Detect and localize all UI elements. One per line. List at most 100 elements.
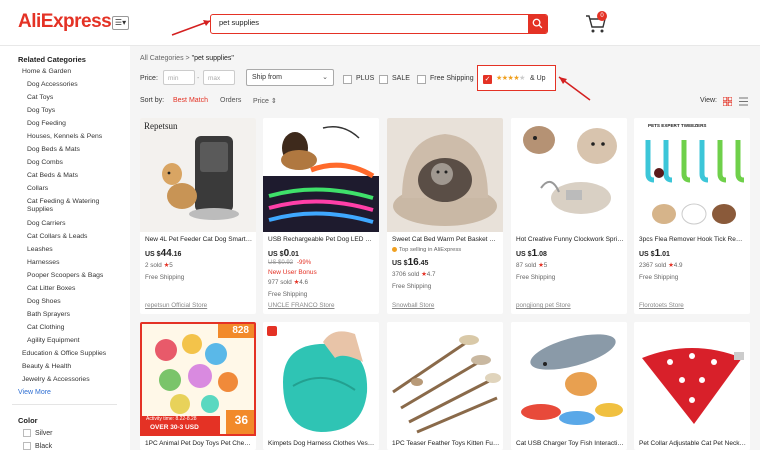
product-title[interactable]: New 4L Pet Feeder Cat Dog Smart Automati…	[145, 236, 253, 243]
product-title[interactable]: Pet Collar Adjustable Cat Pet Neck Scarf…	[639, 440, 747, 447]
list-view-icon[interactable]	[739, 97, 748, 106]
sidebar-item-cat-litter-boxes[interactable]: Cat Litter Boxes	[27, 285, 127, 293]
product-card[interactable]: Kimpets Dog Harness Clothes Vest Pet...	[263, 322, 379, 450]
sidebar-item-dog-beds[interactable]: Dog Beds & Mats	[27, 146, 127, 154]
product-card[interactable]: Pet Collar Adjustable Cat Pet Neck Scarf…	[634, 322, 750, 450]
product-title[interactable]: Kimpets Dog Harness Clothes Vest Pet...	[268, 440, 376, 447]
category-menu-button[interactable]: ☰▾	[112, 16, 129, 30]
product-image[interactable]	[511, 118, 627, 232]
product-card[interactable]: Cat USB Charger Toy Fish Interactive Ele…	[511, 322, 627, 450]
sidebar-item-dog-combs[interactable]: Dog Combs	[27, 159, 127, 167]
product-price: US $0.01	[268, 248, 299, 259]
price-max-input[interactable]: max	[203, 70, 235, 85]
store-link[interactable]: Florotoets Store	[639, 302, 684, 309]
sidebar-item-dog-shoes[interactable]: Dog Shoes	[27, 298, 127, 306]
sidebar-item-dog-toys[interactable]: Dog Toys	[27, 107, 127, 115]
product-title[interactable]: USB Rechargeable Pet Dog LED Glowing Col…	[268, 236, 376, 243]
product-card[interactable]: 828 36 Activity time: 8.22-8.28 OVER 30-…	[140, 322, 256, 450]
color-title: Color	[18, 416, 38, 425]
sidebar-item-cat-beds[interactable]: Cat Beds & Mats	[27, 172, 127, 180]
product-card[interactable]: 1PC Teaser Feather Toys Kitten Funny...	[387, 322, 503, 450]
sort-best-match[interactable]: Best Match	[173, 97, 208, 104]
product-image[interactable]	[387, 322, 503, 436]
sidebar-item-home-garden[interactable]: Home & Garden	[22, 68, 122, 76]
product-card[interactable]: Repetsun New 4L Pet Feeder Cat Dog Smart…	[140, 118, 256, 314]
store-link[interactable]: repetsun Official Store	[145, 302, 207, 309]
sidebar-item-jewelry[interactable]: Jewelry & Accessories	[22, 376, 122, 384]
price-min-input[interactable]: min	[163, 70, 195, 85]
sidebar-item-bath-sprayers[interactable]: Bath Sprayers	[27, 311, 127, 319]
sort-orders[interactable]: Orders	[220, 97, 241, 104]
search-bar[interactable]: pet supplies	[210, 14, 548, 34]
sidebar-item-cat-toys[interactable]: Cat Toys	[27, 94, 127, 102]
sidebar-item-cat-feeding[interactable]: Cat Feeding & Watering Supplies	[27, 198, 127, 214]
sidebar-item-harnesses[interactable]: Harnesses	[27, 259, 127, 267]
product-image[interactable]	[634, 322, 750, 436]
sidebar-item-collars[interactable]: Collars	[27, 185, 127, 193]
product-image[interactable]: 828 36 Activity time: 8.22-8.28 OVER 30-…	[140, 322, 256, 436]
product-title[interactable]: Hot Creative Funny Clockwork Spring Powe…	[516, 236, 624, 243]
sidebar-item-leashes[interactable]: Leashes	[27, 246, 127, 254]
product-title[interactable]: Sweet Cat Bed Warm Pet Basket Cozy Kitte…	[392, 236, 500, 243]
product-image[interactable]	[263, 118, 379, 232]
sold-count: 2367 sold	[639, 262, 667, 269]
sold-count: 977 sold	[268, 279, 292, 286]
product-card[interactable]: PETS EXPERT TWEEZERS 3pcs Flea Remover H…	[634, 118, 750, 314]
price-label: Price:	[140, 75, 158, 82]
chevron-down-icon: ⌄	[322, 74, 328, 81]
award-icon	[392, 247, 397, 252]
checkmark-icon[interactable]: ✓	[483, 75, 492, 84]
activity-time: Activity time: 8.22-8.28	[146, 416, 197, 422]
grid-view-icon[interactable]	[723, 97, 732, 106]
sidebar-item-houses-kennels[interactable]: Houses, Kennels & Pens	[27, 133, 127, 141]
search-button[interactable]	[528, 15, 547, 33]
price-dec: .01	[660, 251, 670, 258]
sidebar-item-pooper-scoopers[interactable]: Pooper Scoopers & Bags	[27, 272, 127, 280]
view-more-link[interactable]: View More	[18, 389, 51, 396]
free-shipping-label[interactable]: Free Shipping	[430, 75, 474, 82]
store-link[interactable]: UNCLE FRANCO Store	[268, 302, 334, 309]
checkbox[interactable]	[23, 429, 31, 437]
sale-label[interactable]: SALE	[392, 75, 410, 82]
checkbox[interactable]	[23, 442, 31, 450]
sale-checkbox[interactable]	[379, 75, 388, 84]
product-image[interactable]	[263, 322, 379, 436]
free-shipping-checkbox[interactable]	[417, 75, 426, 84]
store-link[interactable]: pongjiong pet Store	[516, 302, 571, 309]
four-stars-up-filter[interactable]: ✓ ★★★★★ & Up	[477, 65, 556, 91]
product-image[interactable]: PETS EXPERT TWEEZERS	[634, 118, 750, 232]
sort-price[interactable]: Price ⇕	[253, 97, 277, 105]
product-card[interactable]: Sweet Cat Bed Warm Pet Basket Cozy Kitte…	[387, 118, 503, 314]
sidebar-item-dog-feeding[interactable]: Dog Feeding	[27, 120, 127, 128]
color-option-black[interactable]: Black	[23, 442, 52, 450]
product-image[interactable]	[511, 322, 627, 436]
product-card[interactable]: USB Rechargeable Pet Dog LED Glowing Col…	[263, 118, 379, 314]
breadcrumb-query: "pet supplies"	[191, 55, 234, 62]
product-image[interactable]: Repetsun	[140, 118, 256, 232]
product-price: US $44.16	[145, 248, 181, 259]
sidebar-item-cat-collars[interactable]: Cat Collars & Leads	[27, 233, 127, 241]
plus-label[interactable]: PLUS	[356, 75, 374, 82]
search-input[interactable]: pet supplies	[219, 18, 259, 27]
aliexpress-logo[interactable]: AliExpress	[18, 11, 112, 33]
price-dec: .16	[171, 251, 182, 258]
sidebar-item-agility[interactable]: Agility Equipment	[27, 337, 127, 345]
product-title[interactable]: 1PC Animal Pet Doy Toys Pet Chew Squeaky…	[145, 440, 253, 447]
sidebar-item-cat-clothing[interactable]: Cat Clothing	[27, 324, 127, 332]
sidebar-item-dog-accessories[interactable]: Dog Accessories	[27, 81, 127, 89]
ship-from-value: Ship from	[252, 74, 282, 81]
product-title[interactable]: 1PC Teaser Feather Toys Kitten Funny...	[392, 440, 500, 447]
product-title[interactable]: Cat USB Charger Toy Fish Interactive Ele…	[516, 440, 624, 447]
sidebar-item-beauty[interactable]: Beauty & Health	[22, 363, 122, 371]
ship-from-select[interactable]: Ship from ⌄	[246, 69, 334, 86]
store-link[interactable]: Snowball Store	[392, 302, 434, 309]
product-title[interactable]: 3pcs Flea Remover Hook Tick Remover Pet.…	[639, 236, 747, 243]
sidebar-item-dog-carriers[interactable]: Dog Carriers	[27, 220, 127, 228]
sidebar-item-education[interactable]: Education & Office Supplies	[22, 350, 122, 358]
product-image[interactable]	[387, 118, 503, 232]
breadcrumb-root[interactable]: All Categories	[140, 55, 184, 62]
product-card[interactable]: Hot Creative Funny Clockwork Spring Powe…	[511, 118, 627, 314]
color-option-silver[interactable]: Silver	[23, 429, 53, 437]
plus-checkbox[interactable]	[343, 75, 352, 84]
and-up-label: & Up	[530, 75, 546, 82]
